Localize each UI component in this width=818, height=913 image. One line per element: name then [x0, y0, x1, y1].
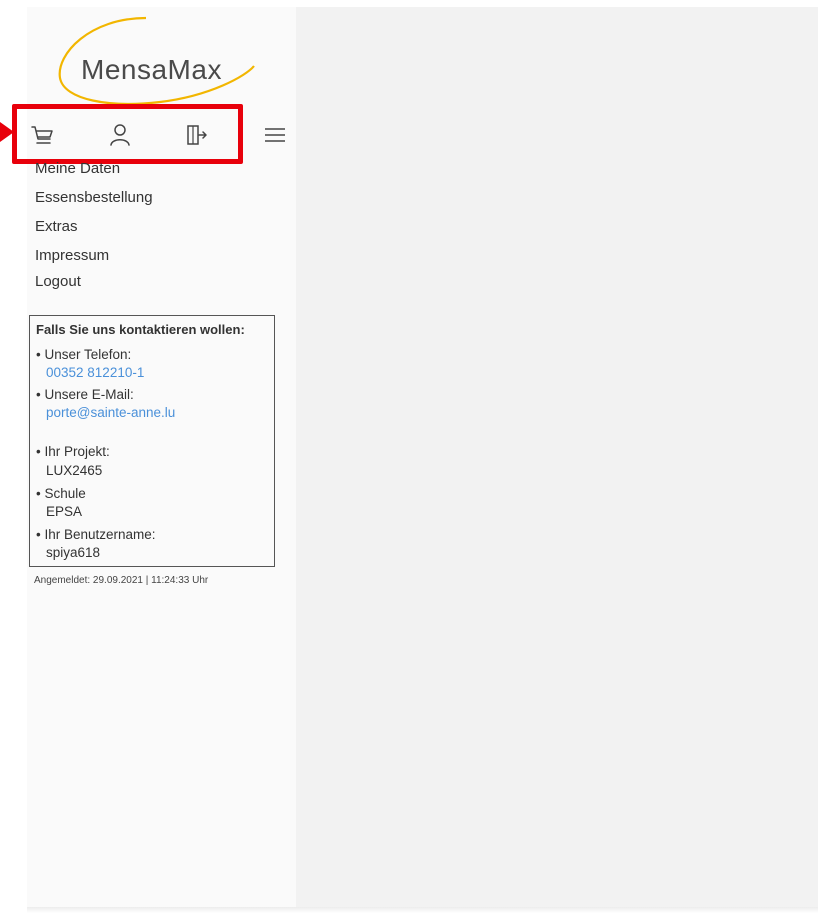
bottom-edge: [27, 907, 818, 913]
contact-box: Falls Sie uns kontaktieren wollen: • Uns…: [29, 315, 275, 567]
menu-item-extras[interactable]: Extras: [35, 218, 78, 235]
username-value: spiya618: [46, 545, 101, 560]
contact-title: Falls Sie uns kontaktieren wollen:: [36, 322, 245, 337]
menu-item-logout[interactable]: Logout: [35, 273, 81, 290]
hamburger-menu-icon[interactable]: [264, 127, 286, 143]
username-label: • Ihr Benutzername:: [36, 527, 156, 542]
email-link[interactable]: porte@sainte-anne.lu: [46, 405, 175, 420]
highlight-arrow: [0, 122, 14, 142]
email-label: • Unsere E-Mail:: [36, 387, 134, 402]
phone-label: • Unser Telefon:: [36, 347, 132, 362]
logged-in-timestamp: Angemeldet: 29.09.2021 | 11:24:33 Uhr: [34, 575, 209, 586]
menu-item-impressum[interactable]: Impressum: [35, 247, 109, 264]
mensamax-logo[interactable]: MensaMax: [50, 14, 260, 104]
menu-item-meine-daten[interactable]: Meine Daten: [35, 160, 120, 177]
project-value: LUX2465: [46, 463, 103, 478]
project-label: • Ihr Projekt:: [36, 444, 110, 459]
school-value: EPSA: [46, 504, 83, 519]
menu-item-essensbestellung[interactable]: Essensbestellung: [35, 189, 153, 206]
toolbar-highlight-box: [12, 104, 243, 164]
main-content-area: [296, 7, 818, 907]
phone-link[interactable]: 00352 812210-1: [46, 365, 144, 380]
school-label: • Schule: [36, 486, 86, 501]
logo-text: MensaMax: [81, 54, 222, 85]
